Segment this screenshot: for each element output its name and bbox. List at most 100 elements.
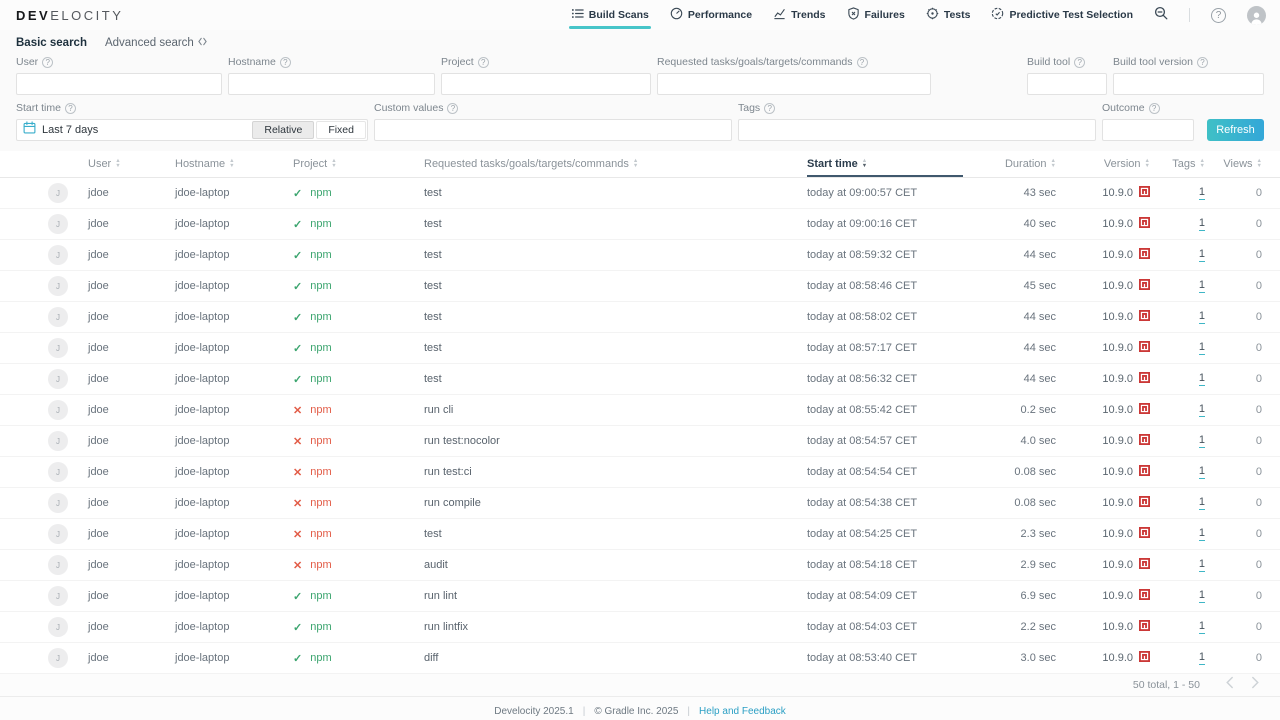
npm-icon	[1139, 496, 1150, 510]
column-header-project[interactable]: Project▲▼	[293, 151, 424, 177]
label-text: Tags	[738, 102, 760, 114]
cell-project: ✕ npm	[293, 559, 424, 572]
cell-views: 0	[1205, 187, 1280, 199]
cell-views: 0	[1205, 311, 1280, 323]
label-text: Hostname	[228, 56, 276, 68]
column-header-duration[interactable]: Duration▲▼	[985, 151, 1056, 177]
avatar-letter: J	[56, 189, 60, 198]
help-tooltip-icon[interactable]: ?	[280, 57, 291, 68]
relative-mode-button[interactable]: Relative	[252, 121, 314, 139]
column-header-hostname[interactable]: Hostname▲▼	[175, 151, 293, 177]
outcome-icon: ✓	[293, 249, 302, 262]
tab-advanced-search[interactable]: Advanced search	[105, 37, 207, 49]
help-tooltip-icon[interactable]: ?	[447, 103, 458, 114]
build-scan-row[interactable]: J jdoe jdoe-laptop ✕ npm test today at 0…	[0, 519, 1280, 550]
previous-page-button[interactable]	[1216, 676, 1242, 694]
build-scan-row[interactable]: J jdoe jdoe-laptop ✕ npm run test:ci tod…	[0, 457, 1280, 488]
start-time-value: Last 7 days	[42, 124, 98, 136]
cell-hostname: jdoe-laptop	[175, 528, 293, 540]
help-tooltip-icon[interactable]: ?	[1197, 57, 1208, 68]
nav-performance[interactable]: Performance	[670, 0, 752, 30]
cell-requested-tasks: run lintfix	[424, 621, 807, 633]
help-tooltip-icon[interactable]: ?	[65, 103, 76, 114]
build-scan-row[interactable]: J jdoe jdoe-laptop ✕ npm run compile tod…	[0, 488, 1280, 519]
cell-hostname: jdoe-laptop	[175, 590, 293, 602]
column-header-tags[interactable]: Tags▲▼	[1150, 151, 1205, 177]
user-input[interactable]	[16, 73, 222, 95]
build-scan-row[interactable]: J jdoe jdoe-laptop ✕ npm audit today at …	[0, 550, 1280, 581]
help-tooltip-icon[interactable]: ?	[478, 57, 489, 68]
build-scan-row[interactable]: J jdoe jdoe-laptop ✓ npm test today at 0…	[0, 178, 1280, 209]
next-page-button[interactable]	[1242, 676, 1268, 694]
field-build-tool-version: Build tool version?	[1113, 55, 1264, 95]
help-tooltip-icon[interactable]: ?	[1074, 57, 1085, 68]
cell-requested-tasks: test	[424, 342, 807, 354]
tab-basic-search[interactable]: Basic search	[16, 37, 87, 49]
label-text: Build tool	[1027, 56, 1070, 68]
column-header-start-time[interactable]: Start time▲▼	[807, 151, 985, 177]
column-header-version[interactable]: Version▲▼	[1056, 151, 1150, 177]
nav-trends[interactable]: Trends	[773, 0, 825, 30]
column-header-user[interactable]: User▲▼	[88, 151, 175, 177]
outcome-input[interactable]	[1102, 119, 1194, 141]
version-number: 10.9.0	[1102, 466, 1133, 478]
nav-build-scans[interactable]: Build Scans	[571, 0, 649, 30]
build-scan-row[interactable]: J jdoe jdoe-laptop ✕ npm run cli today a…	[0, 395, 1280, 426]
build-system-label: npm	[310, 404, 331, 416]
build-scan-row[interactable]: J jdoe jdoe-laptop ✓ npm test today at 0…	[0, 209, 1280, 240]
search-button[interactable]	[1154, 6, 1168, 25]
build-scan-row[interactable]: J jdoe jdoe-laptop ✓ npm run lint today …	[0, 581, 1280, 612]
build-tool-input[interactable]	[1027, 73, 1107, 95]
nav-tests[interactable]: Tests	[926, 0, 971, 30]
nav-predictive-test-selection[interactable]: Predictive Test Selection	[991, 0, 1133, 30]
field-hostname: Hostname?	[228, 55, 435, 95]
nav-divider	[1189, 8, 1190, 22]
build-scan-row[interactable]: J jdoe jdoe-laptop ✓ npm test today at 0…	[0, 364, 1280, 395]
build-tool-version-input[interactable]	[1113, 73, 1264, 95]
label-text: Requested tasks/goals/targets/commands	[657, 56, 853, 68]
build-scan-row[interactable]: J jdoe jdoe-laptop ✓ npm test today at 0…	[0, 271, 1280, 302]
cell-views: 0	[1205, 621, 1280, 633]
cell-views: 0	[1205, 466, 1280, 478]
cell-duration: 44 sec	[985, 311, 1056, 323]
cell-project: ✓ npm	[293, 342, 424, 355]
search-panel: Basic search Advanced search User? Hostn…	[0, 30, 1280, 151]
build-scan-row[interactable]: J jdoe jdoe-laptop ✓ npm run lintfix tod…	[0, 612, 1280, 643]
version-number: 10.9.0	[1102, 342, 1133, 354]
build-scan-row[interactable]: J jdoe jdoe-laptop ✓ npm test today at 0…	[0, 302, 1280, 333]
help-tooltip-icon[interactable]: ?	[1149, 103, 1160, 114]
build-scan-row[interactable]: J jdoe jdoe-laptop ✓ npm test today at 0…	[0, 333, 1280, 364]
field-tags: Tags?	[738, 101, 1096, 141]
column-header-views[interactable]: Views▲▼	[1205, 151, 1280, 177]
help-tooltip-icon[interactable]: ?	[764, 103, 775, 114]
help-tooltip-icon[interactable]: ?	[857, 57, 868, 68]
refresh-button[interactable]: Refresh	[1207, 119, 1264, 141]
tags-input[interactable]	[738, 119, 1096, 141]
custom-values-input[interactable]	[374, 119, 732, 141]
column-header-requested-tasks[interactable]: Requested tasks/goals/targets/commands▲▼	[424, 151, 807, 177]
build-system-label: npm	[310, 280, 331, 292]
cell-version: 10.9.0	[1056, 279, 1150, 293]
build-scan-row[interactable]: J jdoe jdoe-laptop ✕ npm run test:nocolo…	[0, 426, 1280, 457]
cell-views: 0	[1205, 404, 1280, 416]
requested-tasks-input[interactable]	[657, 73, 931, 95]
start-time-picker[interactable]: Last 7 days Relative Fixed	[16, 119, 368, 141]
footer-copyright: © Gradle Inc. 2025	[594, 706, 678, 717]
cell-user: jdoe	[88, 311, 175, 323]
cell-avatar: J	[0, 245, 88, 265]
help-tooltip-icon[interactable]: ?	[42, 57, 53, 68]
version-number: 10.9.0	[1102, 280, 1133, 292]
user-menu-button[interactable]	[1247, 6, 1266, 25]
fixed-mode-button[interactable]: Fixed	[316, 121, 366, 139]
help-and-feedback-link[interactable]: Help and Feedback	[699, 706, 786, 717]
build-scan-row[interactable]: J jdoe jdoe-laptop ✓ npm diff today at 0…	[0, 643, 1280, 674]
nav-failures[interactable]: Failures	[847, 0, 905, 30]
hostname-input[interactable]	[228, 73, 435, 95]
project-input[interactable]	[441, 73, 651, 95]
build-scan-row[interactable]: J jdoe jdoe-laptop ✓ npm test today at 0…	[0, 240, 1280, 271]
cell-project: ✕ npm	[293, 404, 424, 417]
user-avatar: J	[48, 400, 68, 420]
outcome-icon: ✓	[293, 311, 302, 324]
cell-duration: 40 sec	[985, 218, 1056, 230]
help-button[interactable]: ?	[1211, 8, 1226, 23]
